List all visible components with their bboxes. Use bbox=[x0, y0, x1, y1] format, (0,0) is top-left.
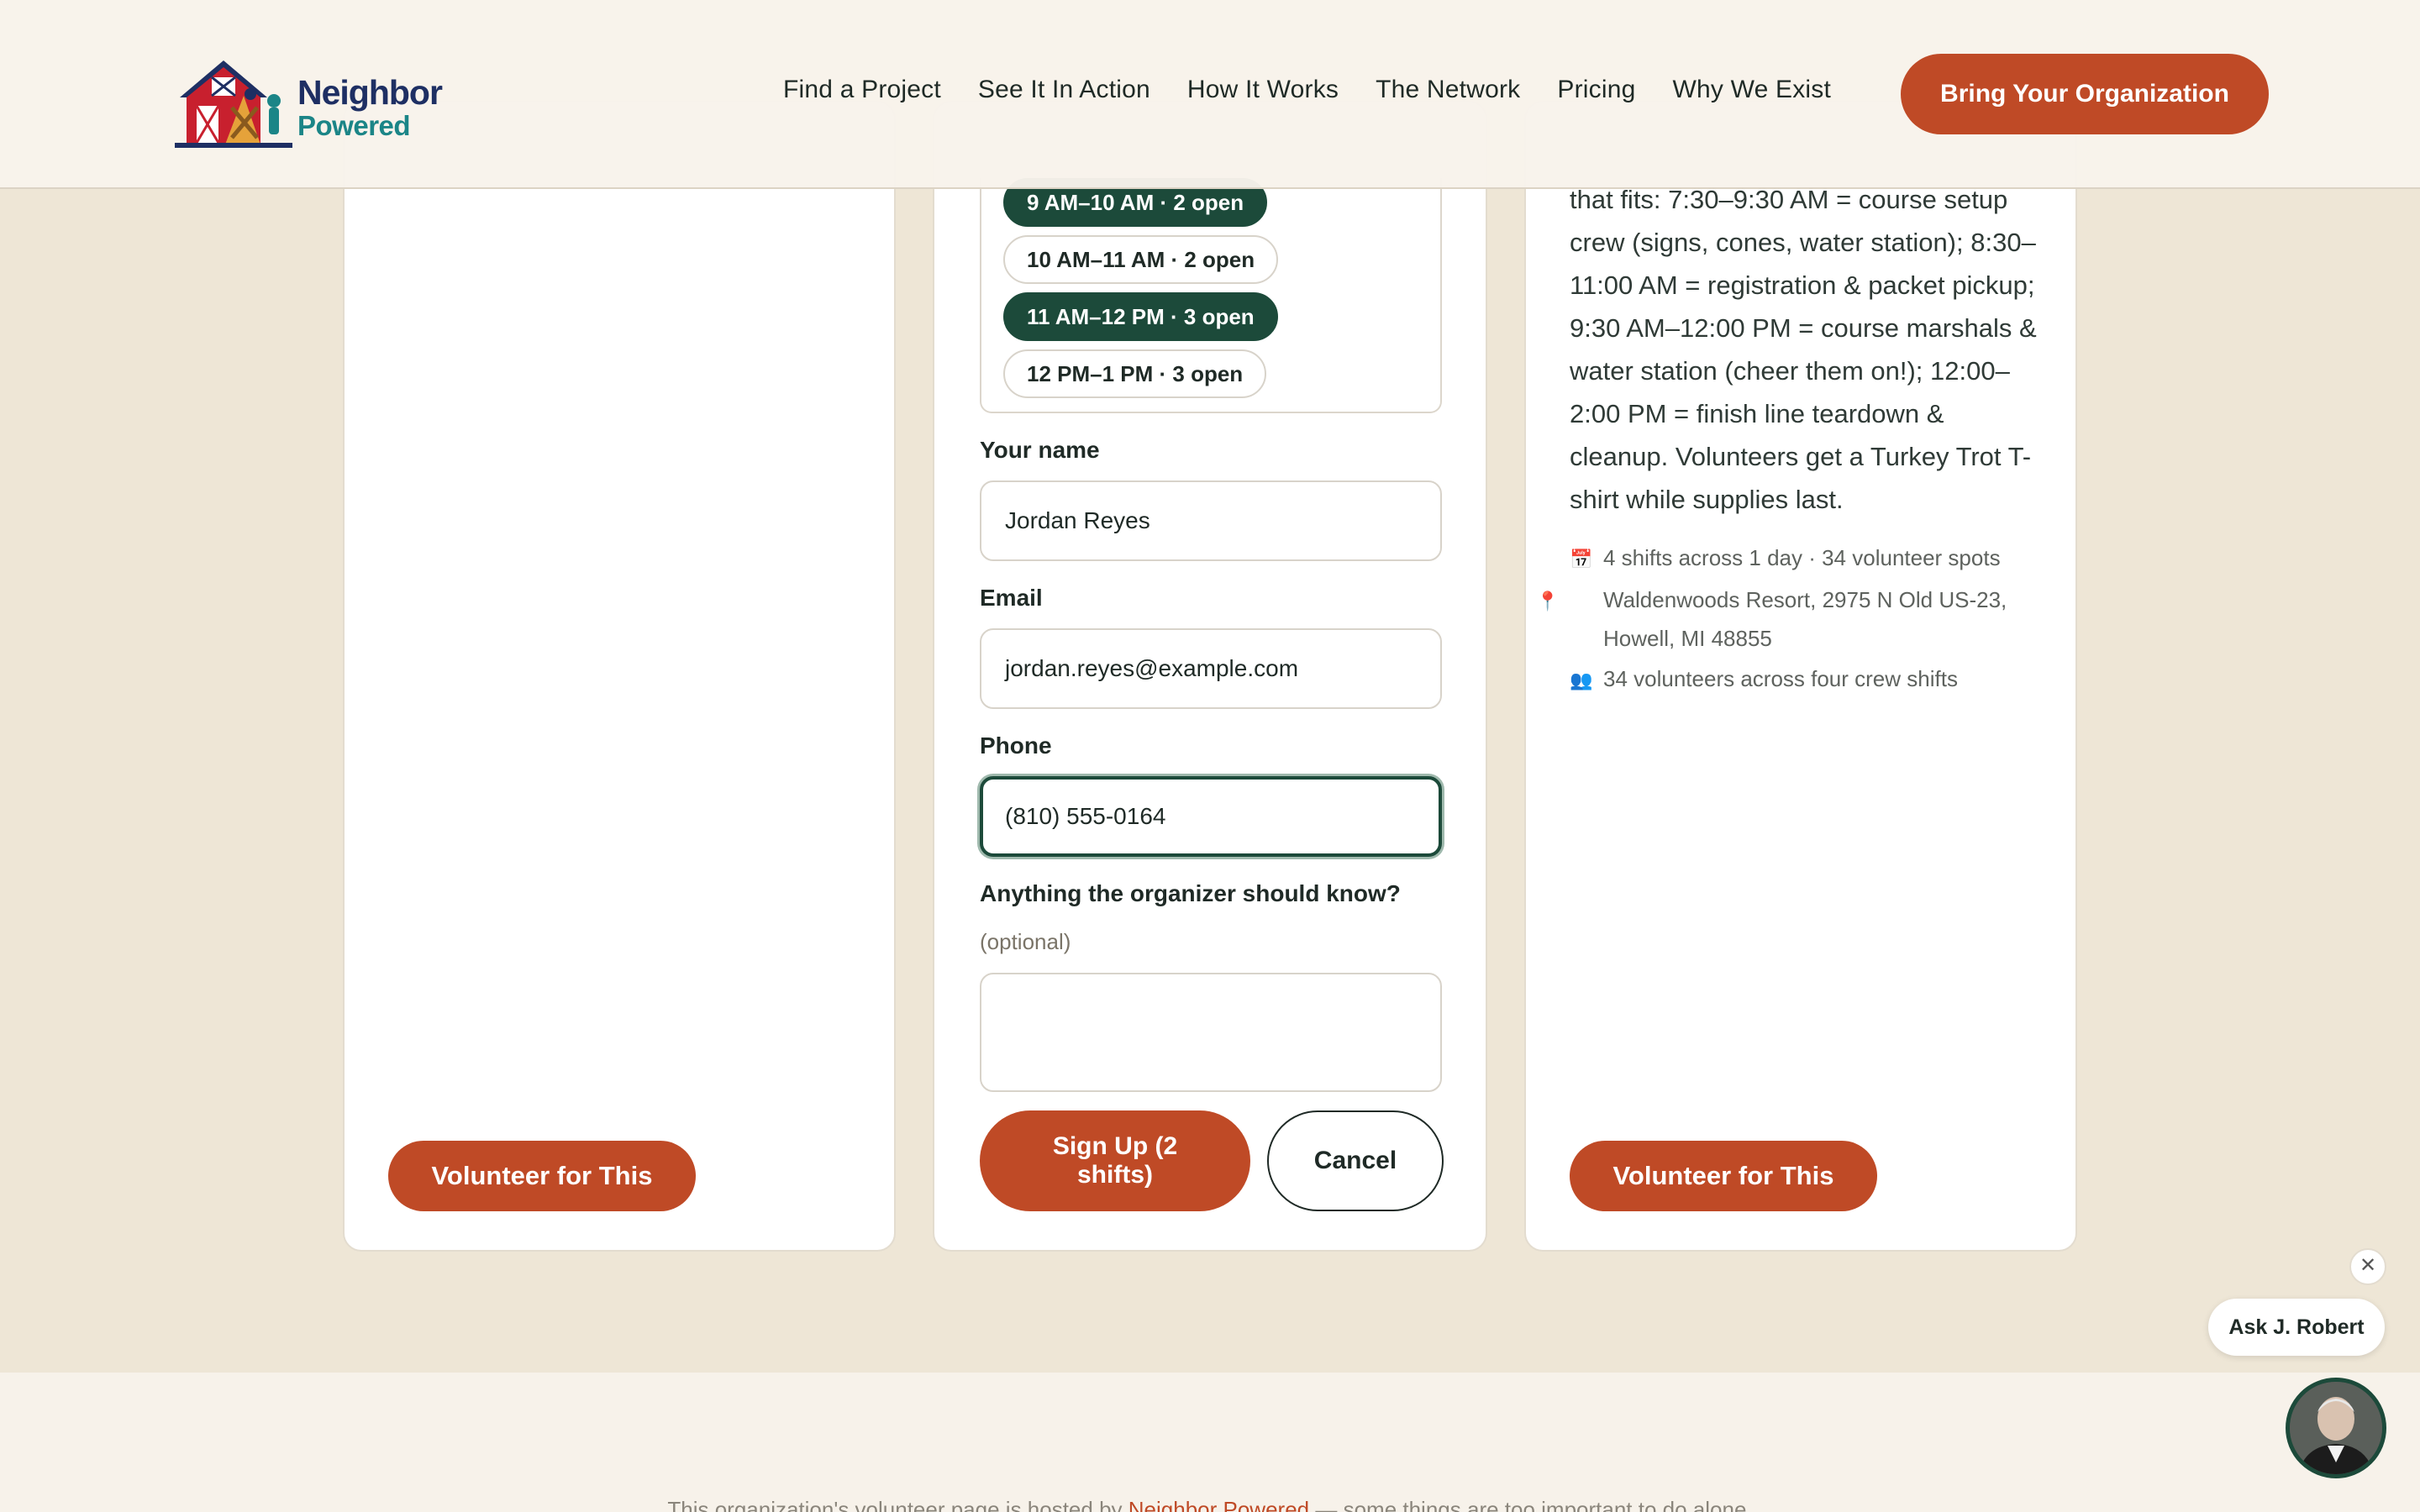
shift-chip[interactable]: 11 AM–12 PM · 3 open bbox=[1003, 292, 1278, 341]
project-card-left: Volunteer for This bbox=[343, 101, 896, 1252]
meta-shifts: 📅 4 shifts across 1 day · 34 volunteer sp… bbox=[1570, 539, 2057, 578]
logo-wordmark: Neighbor Powered bbox=[297, 73, 443, 141]
logo-line-neighbor: Neighbor bbox=[297, 73, 443, 112]
meta-volunteers-text: 34 volunteers across four crew shifts bbox=[1603, 666, 1958, 691]
notes-optional-hint: (optional) bbox=[980, 929, 1071, 954]
bring-your-organization-button[interactable]: Bring Your Organization bbox=[1901, 54, 2269, 134]
main-nav: Find a Project See It In Action How It W… bbox=[783, 76, 1831, 104]
portrait-icon bbox=[2290, 1382, 2382, 1474]
nav-see-it-in-action[interactable]: See It In Action bbox=[978, 76, 1150, 104]
meta-shifts-text: 4 shifts across 1 day · 34 volunteer spo… bbox=[1603, 545, 2001, 570]
email-field[interactable]: jordan.reyes@example.com bbox=[980, 628, 1442, 709]
nav-find-a-project[interactable]: Find a Project bbox=[783, 76, 941, 104]
volunteer-for-this-button-right[interactable]: Volunteer for This bbox=[1570, 1141, 1877, 1211]
calendar-icon: 📅 bbox=[1570, 549, 1593, 570]
name-label: Your name bbox=[980, 437, 1100, 463]
neighbor-powered-logo[interactable]: Neighbor Powered bbox=[173, 54, 443, 153]
project-card-right: that fits: 7:30–9:30 AM = course setup c… bbox=[1524, 101, 2077, 1252]
logo-line-powered: Powered bbox=[297, 110, 411, 141]
assistant-avatar[interactable] bbox=[2286, 1378, 2386, 1478]
email-label: Email bbox=[980, 585, 1043, 611]
footer-text-before: This organization's volunteer page is ho… bbox=[667, 1497, 1128, 1512]
signup-form-card: 9 AM–10 AM · 2 open 10 AM–11 AM · 2 open… bbox=[933, 101, 1487, 1252]
cancel-button[interactable]: Cancel bbox=[1267, 1110, 1444, 1211]
volunteer-for-this-button-left[interactable]: Volunteer for This bbox=[388, 1141, 696, 1211]
notes-label: Anything the organizer should know? bbox=[980, 880, 1401, 906]
ask-j-robert-button[interactable]: Ask J. Robert bbox=[2208, 1299, 2385, 1356]
notes-textarea[interactable] bbox=[980, 973, 1442, 1092]
close-chat-icon[interactable]: ✕ bbox=[2349, 1248, 2386, 1285]
nav-the-network[interactable]: The Network bbox=[1376, 76, 1520, 104]
people-icon: 👥 bbox=[1570, 669, 1593, 690]
barn-logo-icon bbox=[175, 60, 292, 148]
pin-icon: 📍 bbox=[1536, 591, 1560, 612]
nav-why-we-exist[interactable]: Why We Exist bbox=[1672, 76, 1831, 104]
name-field[interactable]: Jordan Reyes bbox=[980, 480, 1442, 561]
shift-chip[interactable]: 12 PM–1 PM · 3 open bbox=[1003, 349, 1267, 398]
sign-up-button[interactable]: Sign Up (2 shifts) bbox=[980, 1110, 1250, 1211]
meta-volunteers: 👥 34 volunteers across four crew shifts bbox=[1570, 660, 2057, 699]
footer-text-after: — some things are too important to do al… bbox=[1309, 1497, 1753, 1512]
footer-brand-link[interactable]: Neighbor Powered bbox=[1128, 1497, 1309, 1512]
project-description: that fits: 7:30–9:30 AM = course setup c… bbox=[1570, 185, 2037, 514]
shift-chip[interactable]: 10 AM–11 AM · 2 open bbox=[1003, 235, 1279, 284]
footer-hosted-by: This organization's volunteer page is ho… bbox=[0, 1497, 2420, 1512]
nav-pricing[interactable]: Pricing bbox=[1557, 76, 1635, 104]
shift-picker: 9 AM–10 AM · 2 open 10 AM–11 AM · 2 open… bbox=[980, 178, 1442, 413]
site-header: Neighbor Powered Find a Project See It I… bbox=[0, 0, 2420, 189]
meta-location-text: Waldenwoods Resort, 2975 N Old US-23, Ho… bbox=[1603, 587, 2007, 651]
phone-label: Phone bbox=[980, 732, 1052, 759]
meta-location: 📍 Waldenwoods Resort, 2975 N Old US-23, H… bbox=[1536, 581, 2057, 657]
phone-field[interactable]: (810) 555-0164 bbox=[980, 776, 1442, 857]
nav-how-it-works[interactable]: How It Works bbox=[1187, 76, 1339, 104]
site-footer: This organization's volunteer page is ho… bbox=[0, 1373, 2420, 1512]
